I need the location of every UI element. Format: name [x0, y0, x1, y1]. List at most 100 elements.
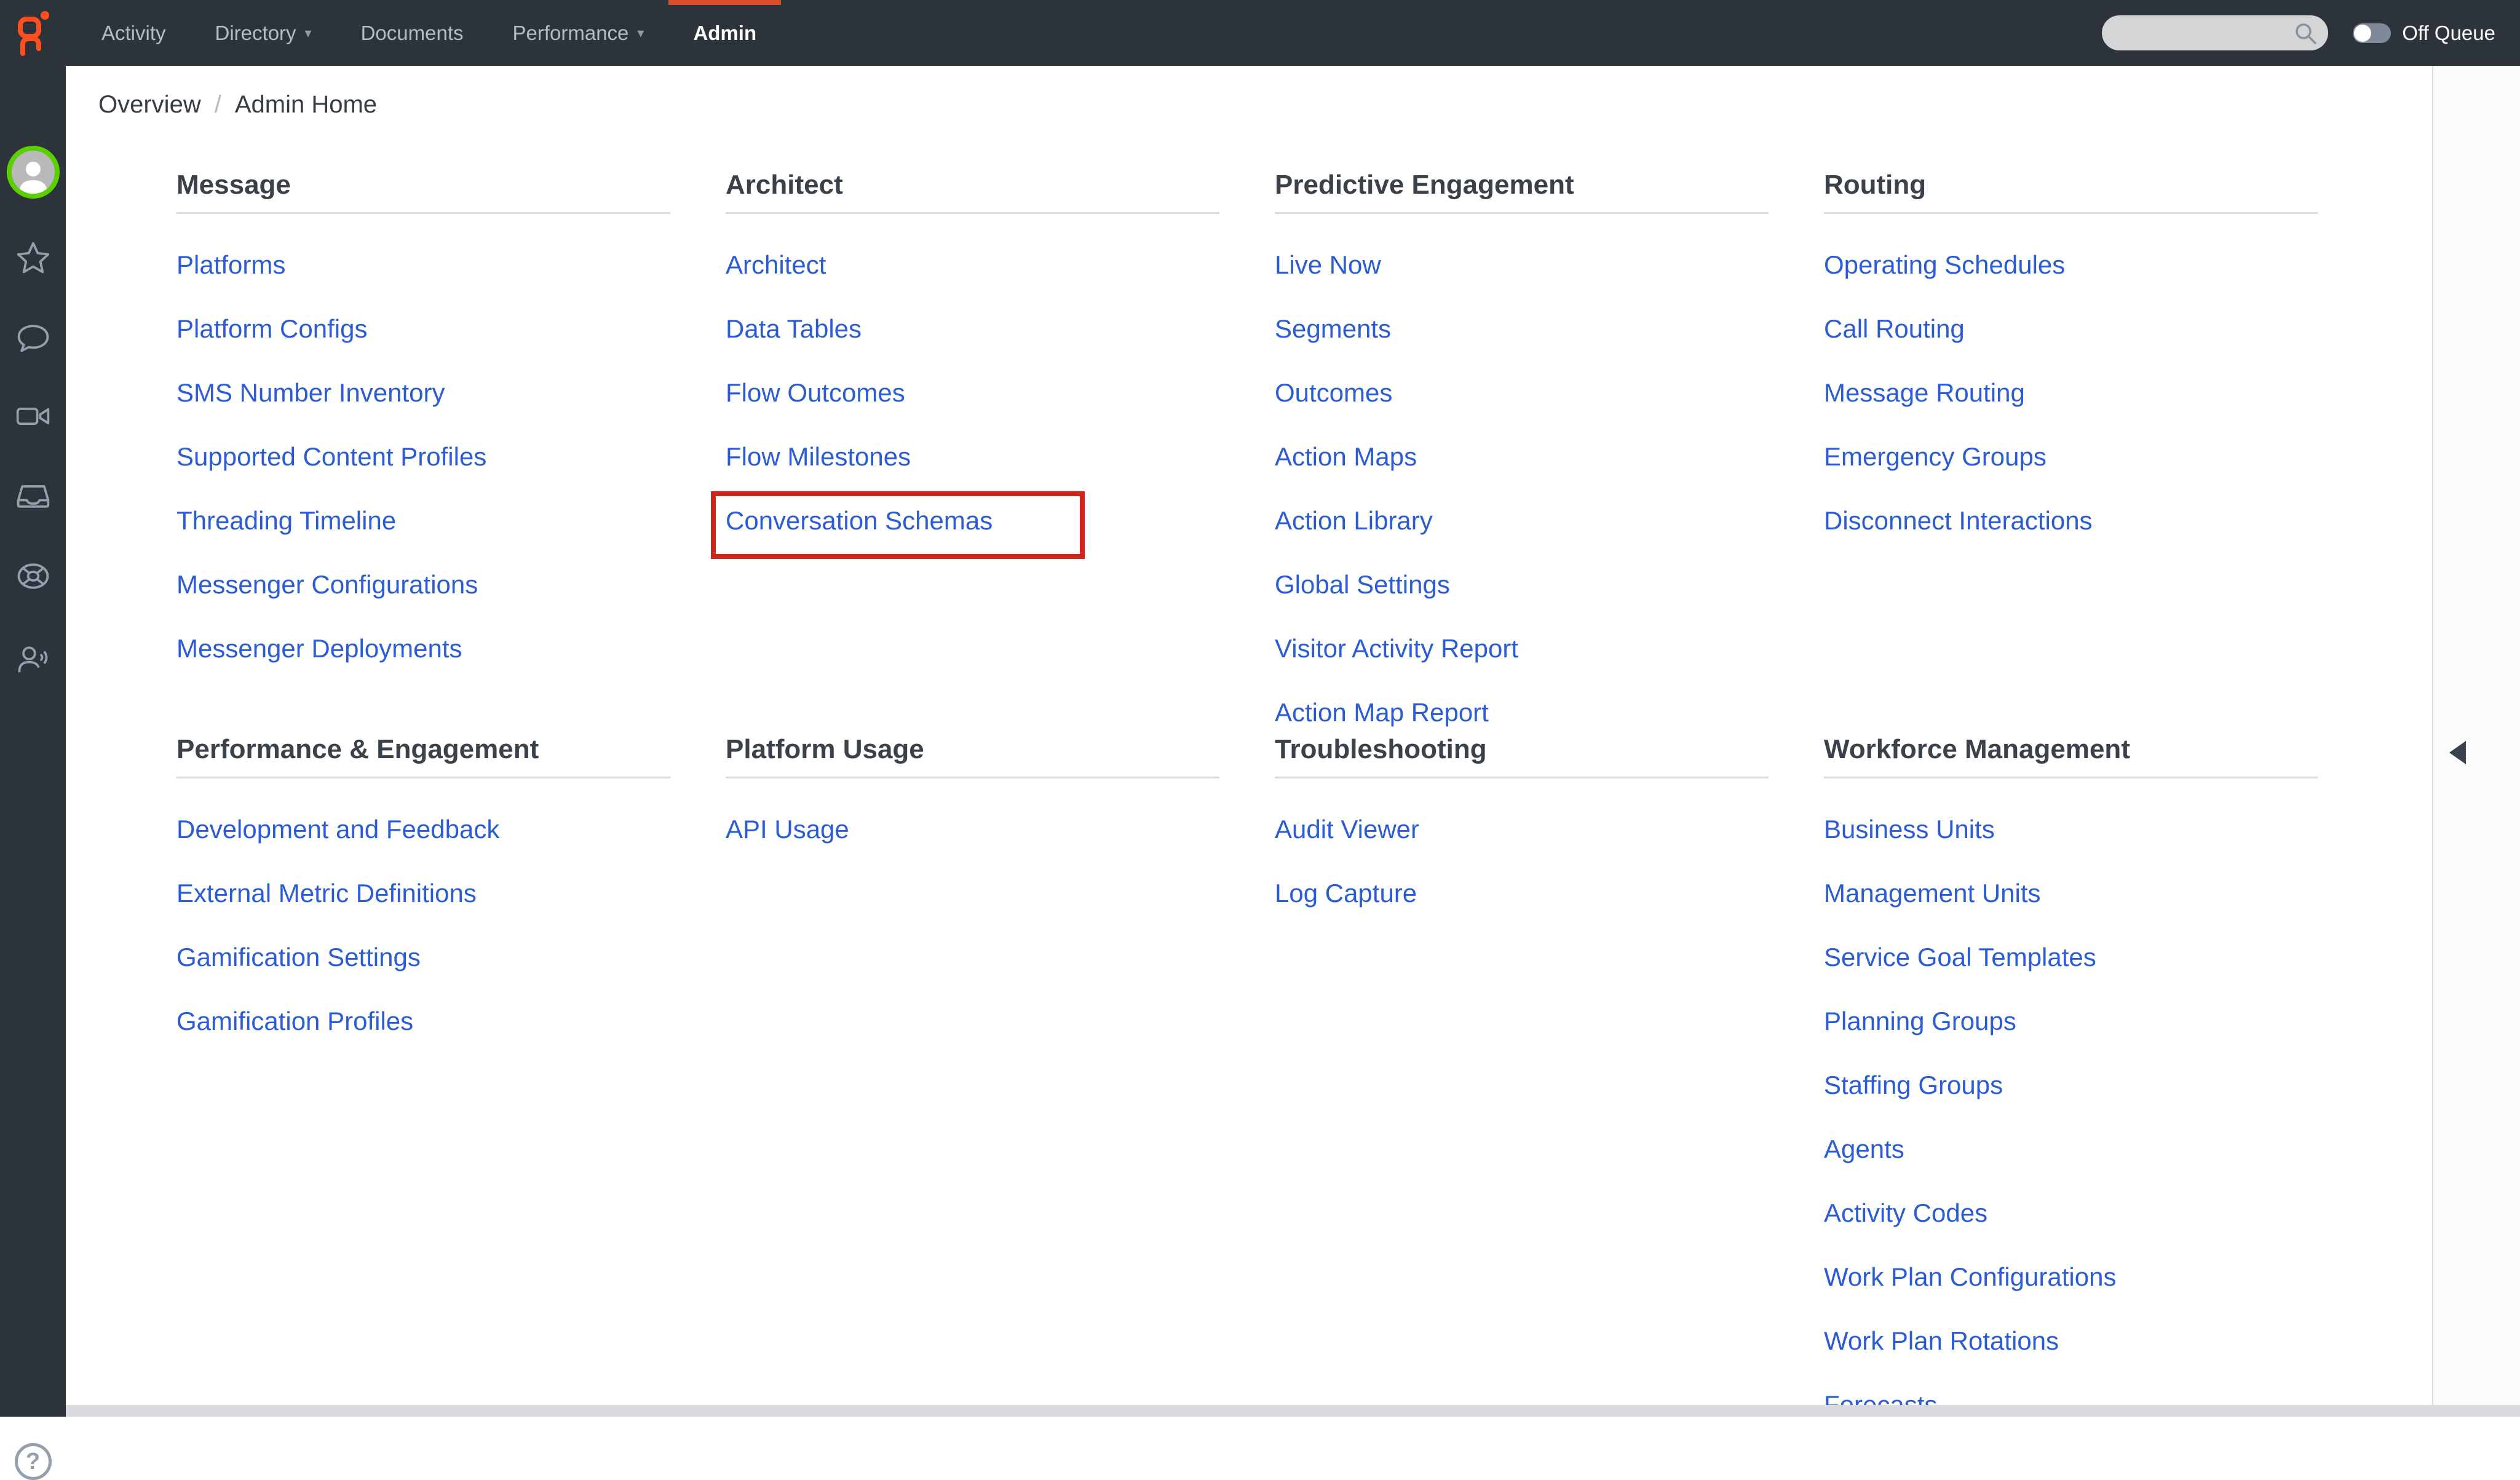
section-performance-and-engagement: Performance & EngagementDevelopment and … [176, 735, 670, 1455]
link-supported-content-profiles[interactable]: Supported Content Profiles [176, 442, 486, 471]
link-platforms[interactable]: Platforms [176, 250, 285, 279]
link-gamification-profiles[interactable]: Gamification Profiles [176, 1007, 413, 1035]
link-messenger-deployments[interactable]: Messenger Deployments [176, 634, 462, 663]
list-item: Action Library [1275, 507, 1769, 540]
list-item: Business Units [1824, 815, 2318, 849]
sidebar-item-inbox[interactable] [0, 477, 66, 514]
link-gamification-settings[interactable]: Gamification Settings [176, 943, 421, 971]
section-links: Live Now Segments Outcomes Action Maps Actio… [1275, 251, 1769, 732]
link-platform-configs[interactable]: Platform Configs [176, 314, 367, 343]
toggle-knob [2354, 25, 2371, 42]
section-links: Platforms Platform Configs SMS Number Inve… [176, 251, 670, 668]
list-item: Disconnect Interactions [1824, 507, 2318, 540]
link-agents[interactable]: Agents [1824, 1134, 1904, 1163]
video-camera-icon [15, 398, 52, 435]
sidebar-item-agents[interactable] [0, 641, 66, 678]
list-item: Activity Codes [1824, 1199, 2318, 1233]
link-call-routing[interactable]: Call Routing [1824, 314, 1965, 343]
link-action-map-report[interactable]: Action Map Report [1275, 698, 1489, 727]
sidebar-item-chat[interactable] [0, 319, 66, 355]
list-item: Audit Viewer [1275, 815, 1769, 849]
nav-item-activity[interactable]: Activity [77, 0, 191, 66]
link-message-routing[interactable]: Message Routing [1824, 378, 2025, 407]
list-item: Flow Milestones [726, 443, 1219, 477]
link-action-maps[interactable]: Action Maps [1275, 442, 1417, 471]
chevron-down-icon: ▾ [637, 26, 644, 40]
user-avatar[interactable] [0, 146, 66, 199]
link-threading-timeline[interactable]: Threading Timeline [176, 506, 396, 535]
link-flow-outcomes[interactable]: Flow Outcomes [726, 378, 905, 407]
list-item: Segments [1275, 315, 1769, 349]
breadcrumb-overview[interactable]: Overview [98, 91, 201, 119]
list-item: Management Units [1824, 879, 2318, 913]
link-work-plan-configurations[interactable]: Work Plan Configurations [1824, 1262, 2116, 1291]
person-icon [17, 158, 50, 194]
nav-item-directory[interactable]: Directory▾ [191, 0, 336, 66]
sidebar-item-video[interactable] [0, 398, 66, 435]
link-disconnect-interactions[interactable]: Disconnect Interactions [1824, 506, 2093, 535]
link-management-units[interactable]: Management Units [1824, 879, 2041, 908]
search-input[interactable] [2102, 15, 2328, 50]
list-item: Live Now [1275, 251, 1769, 285]
link-activity-codes[interactable]: Activity Codes [1824, 1198, 1987, 1227]
off-queue-toggle[interactable] [2353, 23, 2391, 43]
sections-row-2: Performance & EngagementDevelopment and … [176, 735, 2318, 1455]
link-api-usage[interactable]: API Usage [726, 815, 849, 844]
section-title: Architect [726, 170, 1219, 214]
link-planning-groups[interactable]: Planning Groups [1824, 1007, 2016, 1035]
help-button[interactable]: ? [0, 1443, 66, 1480]
topbar-right: Off Queue [2102, 15, 2520, 50]
nav-item-performance[interactable]: Performance▾ [488, 0, 669, 66]
sidebar: ? [0, 66, 66, 1417]
link-business-units[interactable]: Business Units [1824, 815, 1995, 844]
section-title: Workforce Management [1824, 735, 2318, 778]
breadcrumb-admin-home[interactable]: Admin Home [235, 91, 377, 119]
nav-item-documents[interactable]: Documents [336, 0, 488, 66]
list-item: Gamification Profiles [176, 1007, 670, 1041]
link-conversation-schemas[interactable]: Conversation Schemas [726, 506, 993, 535]
list-item: Data Tables [726, 315, 1219, 349]
list-item: Message Routing [1824, 379, 2318, 413]
link-messenger-configurations[interactable]: Messenger Configurations [176, 570, 478, 599]
section-links: Audit Viewer Log Capture [1275, 815, 1769, 913]
link-audit-viewer[interactable]: Audit Viewer [1275, 815, 1419, 844]
link-emergency-groups[interactable]: Emergency Groups [1824, 442, 2047, 471]
link-operating-schedules[interactable]: Operating Schedules [1824, 250, 2065, 279]
link-global-settings[interactable]: Global Settings [1275, 570, 1450, 599]
inbox-tray-icon [15, 477, 52, 514]
link-work-plan-rotations[interactable]: Work Plan Rotations [1824, 1326, 2059, 1355]
link-outcomes[interactable]: Outcomes [1275, 378, 1392, 407]
nav-item-admin[interactable]: Admin [668, 0, 781, 66]
list-item: Global Settings [1275, 571, 1769, 604]
link-live-now[interactable]: Live Now [1275, 250, 1381, 279]
list-item: Platforms [176, 251, 670, 285]
link-architect[interactable]: Architect [726, 250, 826, 279]
top-bar: ActivityDirectory▾DocumentsPerformance▾ A… [0, 0, 2520, 66]
nav-item-label: Admin [693, 22, 756, 45]
list-item: Service Goal Templates [1824, 943, 2318, 977]
link-log-capture[interactable]: Log Capture [1275, 879, 1417, 908]
link-service-goal-templates[interactable]: Service Goal Templates [1824, 943, 2096, 971]
link-action-library[interactable]: Action Library [1275, 506, 1433, 535]
list-item: Development and Feedback [176, 815, 670, 849]
breadcrumb-separator: / [215, 91, 221, 119]
sidebar-item-favorites[interactable] [0, 239, 66, 276]
link-segments[interactable]: Segments [1275, 314, 1391, 343]
section-message: MessagePlatformsPlatform ConfigsSMS Numb… [176, 170, 670, 762]
list-item: Call Routing [1824, 315, 2318, 349]
sidebar-item-interactions[interactable] [0, 558, 66, 595]
link-data-tables[interactable]: Data Tables [726, 314, 862, 343]
list-item: Work Plan Configurations [1824, 1263, 2318, 1297]
link-external-metric-definitions[interactable]: External Metric Definitions [176, 879, 477, 908]
link-flow-milestones[interactable]: Flow Milestones [726, 442, 911, 471]
link-development-and-feedback[interactable]: Development and Feedback [176, 815, 499, 844]
section-links: Development and Feedback External Metric … [176, 815, 670, 1041]
link-sms-number-inventory[interactable]: SMS Number Inventory [176, 378, 445, 407]
section-links: Architect Data Tables Flow Outcomes Flow Mi… [726, 251, 1219, 540]
collapse-panel-arrow-icon[interactable] [2449, 741, 2466, 764]
section-workforce-management: Workforce Management Business Units Manage… [1824, 735, 2318, 1455]
link-visitor-activity-report[interactable]: Visitor Activity Report [1275, 634, 1518, 663]
sections-row-1: MessagePlatformsPlatform ConfigsSMS Numb… [176, 170, 2318, 762]
link-staffing-groups[interactable]: Staffing Groups [1824, 1070, 2003, 1099]
genesys-logo[interactable] [0, 0, 66, 66]
